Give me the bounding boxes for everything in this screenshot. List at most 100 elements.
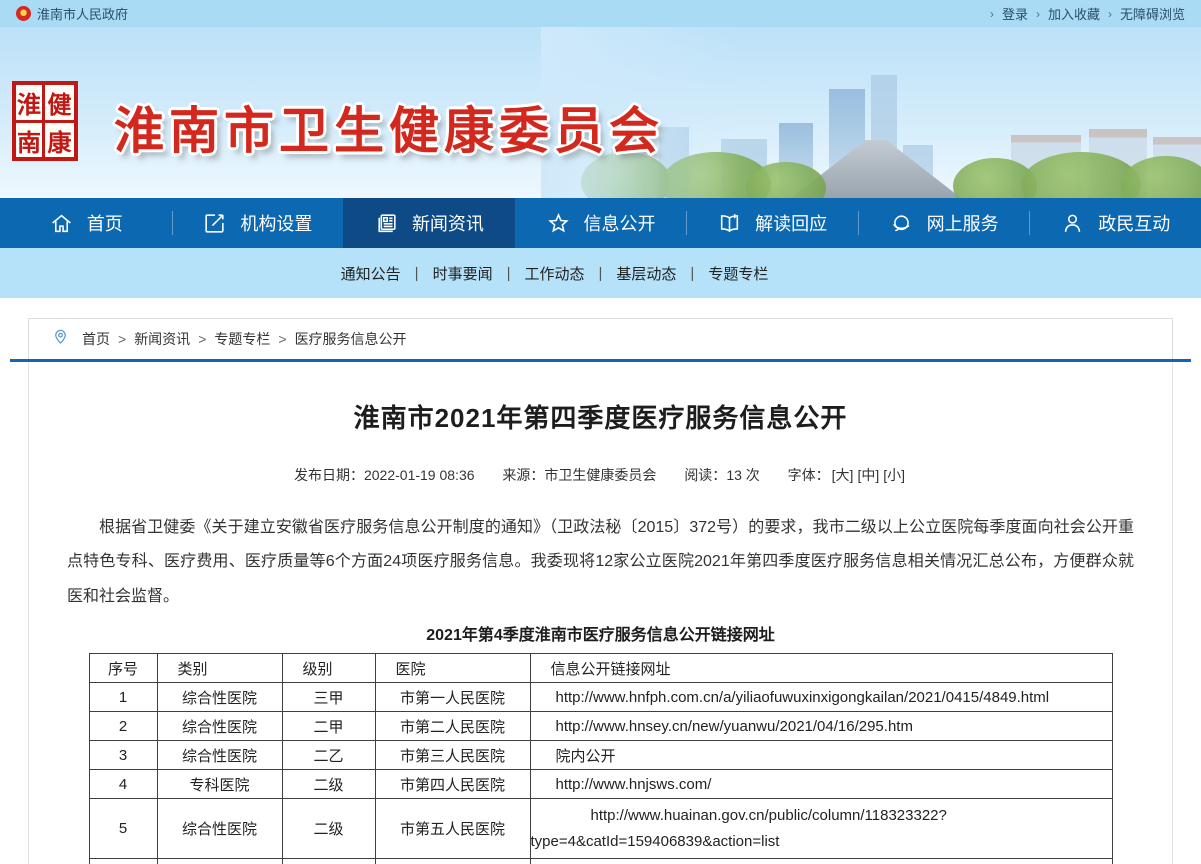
nav-item-home[interactable]: 首页 [0, 198, 172, 248]
nav-item-label: 政民互动 [1098, 210, 1170, 236]
table-row: 4专科医院二级市第四人民医院http://www.hnjsws.com/ [89, 770, 1112, 799]
table-cell: 6 [89, 859, 157, 864]
nav-item-label: 信息公开 [584, 210, 656, 236]
table-cell: 市第三人民医院 [375, 741, 530, 770]
chevron-separator: › [990, 7, 994, 21]
compose-icon [202, 211, 227, 236]
table-cell: 二甲 [282, 712, 375, 741]
agency-seal-logo[interactable]: 淮健南康 [12, 81, 78, 161]
table-cell: 专科医院 [157, 770, 282, 799]
article-title: 淮南市2021年第四季度医疗服务信息公开 [29, 362, 1172, 435]
subnav-link[interactable]: 时事要闻 [433, 263, 493, 284]
table-cell: 二级 [282, 799, 375, 859]
hospital-info-url[interactable]: http://www.hnsey.cn/new/yuanwu/2021/04/1… [530, 712, 1112, 741]
hospital-info-url[interactable]: http://www.hnfph.com.cn/a/yiliaofuwuxinx… [530, 683, 1112, 712]
table-header-cell: 医院 [375, 654, 530, 683]
location-pin-icon [51, 328, 70, 350]
nav-item-openinfo[interactable]: 信息公开 [515, 198, 687, 248]
table-caption: 2021年第4季度淮南市医疗服务信息公开链接网址 [29, 621, 1172, 645]
subnav-separator: | [507, 265, 511, 282]
table-cell: 市第一人民医院 [375, 683, 530, 712]
topbar-link[interactable]: 登录 [1002, 4, 1028, 23]
nav-item-interact[interactable]: 政民互动 [1029, 198, 1201, 248]
topbar-link[interactable]: 无障碍浏览 [1120, 4, 1185, 23]
nav-item-service[interactable]: 网上服务 [858, 198, 1030, 248]
table-cell: 综合性医院 [157, 683, 282, 712]
nav-item-label: 首页 [87, 210, 123, 236]
table-cell: 综合性医院 [157, 741, 282, 770]
home-icon [49, 211, 74, 236]
nav-item-orgs[interactable]: 机构设置 [172, 198, 344, 248]
breadcrumb: 首页>新闻资讯>专题专栏>医疗服务信息公开 [82, 329, 407, 349]
subnav-link[interactable]: 基层动态 [616, 263, 676, 284]
star-icon [546, 211, 571, 236]
seal-character: 淮 [16, 85, 45, 123]
nav-item-respond[interactable]: 解读回应 [686, 198, 858, 248]
seal-character: 健 [45, 85, 74, 123]
table-cell: 5 [89, 799, 157, 859]
nav-item-label: 新闻资讯 [412, 210, 484, 236]
subnav-separator: | [415, 265, 419, 282]
site-banner: 淮健南康 淮南市卫生健康委员会 [0, 27, 1201, 198]
font-size-switcher: 字体：[大][中][小] [788, 467, 907, 483]
breadcrumb-item[interactable]: 新闻资讯 [134, 329, 190, 349]
breadcrumb-item[interactable]: 首页 [82, 329, 110, 349]
article-meta: 发布日期：2022-01-19 08:36 来源：市卫生健康委员会 阅读：13 … [29, 465, 1172, 485]
breadcrumb-item[interactable]: 医疗服务信息公开 [295, 329, 407, 349]
table-cell: 3 [89, 741, 157, 770]
table-header-cell: 级别 [282, 654, 375, 683]
site-title[interactable]: 淮南市卫生健康委员会 [114, 91, 664, 163]
breadcrumb-item[interactable]: 专题专栏 [214, 329, 270, 349]
person-icon [1060, 211, 1085, 236]
table-cell: 2 [89, 712, 157, 741]
gov-portal-label: 淮南市人民政府 [37, 4, 128, 23]
gov-portal-link[interactable]: ★ 淮南市人民政府 [16, 4, 128, 23]
nav-item-news[interactable]: 新闻资讯 [343, 198, 515, 248]
subnav-separator: | [599, 265, 603, 282]
article-paragraph: 根据省卫健委《关于建立安徽省医疗服务信息公开制度的通知》（卫政法秘〔2015〕3… [67, 511, 1134, 614]
table-cell: 三甲 [282, 683, 375, 712]
table-cell: 专科医院 [157, 859, 282, 864]
hospital-links-table: 序号类别级别医院信息公开链接网址 1综合性医院三甲市第一人民医院http://w… [89, 653, 1113, 864]
topbar-link[interactable]: 加入收藏 [1048, 4, 1100, 23]
publish-date: 发布日期：2022-01-19 08:36 [294, 467, 475, 483]
read-count: 阅读：13 次 [684, 467, 759, 483]
font-size-link[interactable]: [中] [857, 467, 879, 483]
chevron-separator: › [1036, 7, 1040, 21]
seal-character: 南 [16, 123, 45, 158]
article-source: 来源：市卫生健康委员会 [502, 467, 656, 483]
table-cell: 4 [89, 770, 157, 799]
hospital-info-url[interactable]: http://www.huainan.gov.cn/public/column/… [530, 799, 1112, 859]
nav-item-label: 网上服务 [927, 210, 999, 236]
newspaper-icon [374, 211, 399, 236]
font-size-link[interactable]: [小] [883, 467, 905, 483]
hospital-info-url[interactable]: http://www.hnjsws.com/ [530, 770, 1112, 799]
breadcrumb-bar: 首页>新闻资讯>专题专栏>医疗服务信息公开 [10, 318, 1191, 362]
font-size-link[interactable]: [大] [832, 467, 854, 483]
table-cell: 市第四人民医院 [375, 770, 530, 799]
table-cell: 市妇幼保健院 [375, 859, 530, 864]
table-cell: 综合性医院 [157, 712, 282, 741]
subnav-link[interactable]: 工作动态 [524, 263, 584, 284]
table-row: 3综合性医院二乙市第三人民医院院内公开 [89, 741, 1112, 770]
hospital-info-url[interactable]: http://www.hnfybj.com/view/1449.html [530, 859, 1112, 864]
seal-character: 康 [45, 123, 74, 158]
table-cell: 院内公开 [530, 741, 1112, 770]
table-header-cell: 类别 [157, 654, 282, 683]
table-cell: 综合性医院 [157, 799, 282, 859]
chevron-separator: › [1108, 7, 1112, 21]
globe-icon [889, 211, 914, 236]
table-row: 1综合性医院三甲市第一人民医院http://www.hnfph.com.cn/a… [89, 683, 1112, 712]
nav-item-label: 机构设置 [240, 210, 312, 236]
subnav-link[interactable]: 专题专栏 [708, 263, 768, 284]
breadcrumb-separator: > [118, 331, 126, 347]
table-row: 6专科医院二级市妇幼保健院http://www.hnfybj.com/view/… [89, 859, 1112, 864]
subnav-separator: | [690, 265, 694, 282]
subnav-link[interactable]: 通知公告 [341, 263, 401, 284]
table-header-cell: 序号 [89, 654, 157, 683]
sub-nav-links: 通知公告 | 时事要闻 | 工作动态 | 基层动态 | 专题专栏 [341, 263, 769, 284]
book-icon [717, 211, 742, 236]
table-header-row: 序号类别级别医院信息公开链接网址 [89, 654, 1112, 683]
table-cell: 二乙 [282, 741, 375, 770]
sub-nav: 通知公告 | 时事要闻 | 工作动态 | 基层动态 | 专题专栏 [0, 248, 1201, 298]
